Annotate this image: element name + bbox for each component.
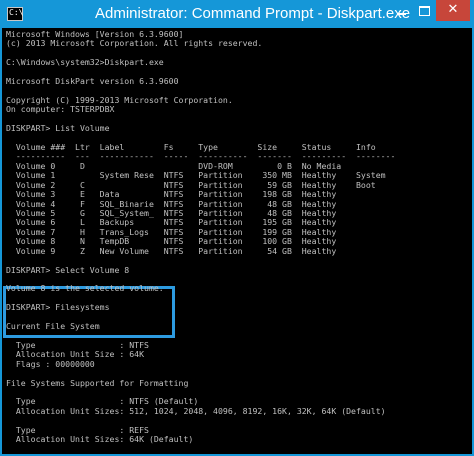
console-line: Allocation Unit Sizes: 512, 1024, 2048, … bbox=[6, 405, 386, 416]
command-prompt-icon[interactable]: C:\ bbox=[7, 7, 23, 21]
console-line: Allocation Unit Sizes: 64K (Default) bbox=[6, 434, 194, 445]
console-line: On computer: TSTERPDBX bbox=[6, 104, 115, 115]
title-bar[interactable]: C:\ Administrator: Command Prompt - Disk… bbox=[0, 0, 474, 28]
console-line: C:\Windows\system32>Diskpart.exe bbox=[6, 57, 164, 68]
console-line: Volume 1 System Rese NTFS Partition 350 … bbox=[6, 170, 386, 181]
console-line: Volume 8 is the selected volume. bbox=[6, 283, 164, 294]
console-line: File Systems Supported for Formatting bbox=[6, 377, 189, 388]
window-title: Administrator: Command Prompt - Diskpart… bbox=[95, 5, 411, 22]
minimize-button[interactable] bbox=[389, 0, 413, 21]
console-line: Microsoft DiskPart version 6.3.9600 bbox=[6, 76, 179, 87]
maximize-button[interactable] bbox=[413, 0, 435, 21]
maximize-icon bbox=[419, 6, 430, 16]
prompt-text: DISKPART> bbox=[6, 453, 55, 454]
command-prompt-window: C:\ Administrator: Command Prompt - Disk… bbox=[0, 0, 474, 456]
close-icon: ✕ bbox=[447, 2, 459, 17]
console-line: DISKPART> Filesystems bbox=[6, 302, 110, 313]
console-line: Allocation Unit Size : 64K bbox=[6, 349, 145, 360]
console-line: DISKPART> List Volume bbox=[6, 123, 110, 134]
console-line: (c) 2013 Microsoft Corporation. All righ… bbox=[6, 38, 263, 49]
console-line: Volume 9 Z New Volume NTFS Partition 54 … bbox=[6, 245, 337, 256]
console-output[interactable]: Microsoft Windows [Version 6.3.9600] (c) … bbox=[2, 28, 472, 454]
minimize-icon bbox=[397, 13, 406, 15]
console-line: DISKPART> Select Volume 8 bbox=[6, 264, 130, 275]
console-line: Volume 8 N TempDB NTFS Partition 100 GB … bbox=[6, 236, 337, 247]
command-prompt-icon-text: C:\ bbox=[9, 8, 24, 17]
console-line: Current File System bbox=[6, 321, 100, 332]
close-button[interactable]: ✕ bbox=[436, 0, 470, 21]
console-line: Flags : 00000000 bbox=[6, 358, 95, 369]
console-line: Volume 3 E Data NTFS Partition 198 GB He… bbox=[6, 189, 337, 200]
